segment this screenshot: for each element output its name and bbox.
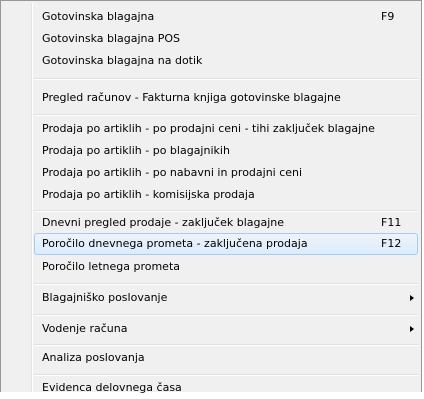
menu-separator xyxy=(34,114,418,116)
menu-item-prodaja-po-nabavni-ceni[interactable]: Prodaja po artiklih - po nabavni in prod… xyxy=(34,162,418,184)
menu-item-shortcut: F12 xyxy=(381,237,402,250)
menu-item-label: Prodaja po artiklih - po prodajni ceni -… xyxy=(42,122,375,135)
menu-item-prodaja-po-blagajnikih[interactable]: Prodaja po artiklih - po blagajnikih xyxy=(34,140,418,162)
menu-item-label: Prodaja po artiklih - po nabavni in prod… xyxy=(42,166,303,179)
menu-item-gotovinska-blagajna-na-dotik[interactable]: Gotovinska blagajna na dotik xyxy=(34,50,418,72)
menu-item-label: Gotovinska blagajna POS xyxy=(42,32,181,45)
menu-item-analiza-poslovanja[interactable]: Analiza poslovanja xyxy=(34,347,418,369)
menu-separator xyxy=(34,78,418,80)
menu-item-label: Poročilo dnevnega prometa - zaključena p… xyxy=(42,237,308,250)
menu-item-shortcut: F9 xyxy=(381,10,395,23)
menu-separator xyxy=(34,283,418,285)
menu-separator xyxy=(34,314,418,316)
menu-item-label: Blagajniško poslovanje xyxy=(42,291,168,304)
menu-item-evidenca-delovnega-casa[interactable]: Evidenca delovnega časa xyxy=(34,377,418,399)
menu-item-gotovinska-blagajna[interactable]: Gotovinska blagajna F9 xyxy=(34,6,418,28)
menu-item-vodenje-racuna[interactable]: Vodenje računa xyxy=(34,318,418,340)
menu-item-label: Vodenje računa xyxy=(42,322,128,335)
menu-item-shortcut: F11 xyxy=(381,216,402,229)
menu-item-label: Prodaja po artiklih - komisijska prodaja xyxy=(42,188,255,201)
menu-item-pregled-racunov[interactable]: Pregled računov - Fakturna knjiga gotovi… xyxy=(34,87,418,109)
menu-item-blagajnisko-poslovanje[interactable]: Blagajniško poslovanje xyxy=(34,287,418,309)
menu-gutter-divider-highlight xyxy=(32,3,33,392)
menu-item-dnevni-pregled-prodaje[interactable]: Dnevni pregled prodaje - zaključek blaga… xyxy=(34,212,418,234)
context-menu: Gotovinska blagajna F9 Gotovinska blagaj… xyxy=(0,0,422,394)
menu-item-prodaja-po-prodajni-ceni[interactable]: Prodaja po artiklih - po prodajni ceni -… xyxy=(34,118,418,140)
menu-separator xyxy=(34,374,418,376)
menu-item-porocilo-dnevnega-prometa[interactable]: Poročilo dnevnega prometa - zaključena p… xyxy=(34,233,418,255)
submenu-arrow-icon xyxy=(410,326,414,332)
menu-item-label: Dnevni pregled prodaje - zaključek blaga… xyxy=(42,216,285,229)
menu-item-porocilo-letnega-prometa[interactable]: Poročilo letnega prometa xyxy=(34,256,418,278)
submenu-arrow-icon xyxy=(410,295,414,301)
menu-separator xyxy=(34,344,418,346)
menu-item-label: Analiza poslovanja xyxy=(42,351,145,364)
menu-item-label: Prodaja po artiklih - po blagajnikih xyxy=(42,144,230,157)
menu-item-label: Pregled računov - Fakturna knjiga gotovi… xyxy=(42,91,341,104)
menu-item-label: Gotovinska blagajna xyxy=(42,10,155,23)
menu-item-komisijska-prodaja[interactable]: Prodaja po artiklih - komisijska prodaja xyxy=(34,184,418,206)
menu-item-label: Evidenca delovnega časa xyxy=(42,381,182,394)
menu-item-label: Poročilo letnega prometa xyxy=(42,260,180,273)
menu-item-label: Gotovinska blagajna na dotik xyxy=(42,54,203,67)
menu-item-gotovinska-blagajna-pos[interactable]: Gotovinska blagajna POS xyxy=(34,28,418,50)
